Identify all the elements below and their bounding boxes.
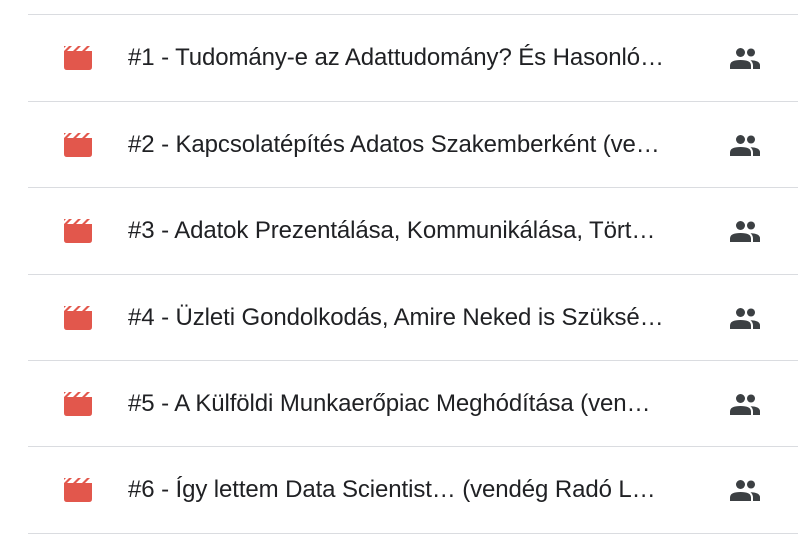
file-row[interactable]: #1 - Tudomány-e az Adattudomány? És Haso… bbox=[0, 15, 798, 101]
video-file-icon bbox=[62, 392, 94, 416]
people-icon bbox=[730, 47, 760, 69]
video-file-icon bbox=[62, 133, 94, 157]
file-name: #6 - Így lettem Data Scientist… (vendég … bbox=[128, 476, 656, 503]
video-file-icon bbox=[62, 306, 94, 330]
file-row[interactable]: #5 - A Külföldi Munkaerőpiac Meghódítása… bbox=[0, 361, 798, 447]
video-file-icon bbox=[62, 478, 94, 502]
row-divider bbox=[28, 533, 798, 534]
file-name: #4 - Üzleti Gondolkodás, Amire Neked is … bbox=[128, 304, 664, 331]
people-icon bbox=[730, 393, 760, 415]
file-row[interactable]: #6 - Így lettem Data Scientist… (vendég … bbox=[0, 447, 798, 533]
file-list: #1 - Tudomány-e az Adattudomány? És Haso… bbox=[0, 0, 798, 548]
file-row[interactable]: #3 - Adatok Prezentálása, Kommunikálása,… bbox=[0, 188, 798, 274]
people-icon bbox=[730, 220, 760, 242]
file-name: #5 - A Külföldi Munkaerőpiac Meghódítása… bbox=[128, 390, 651, 417]
people-icon bbox=[730, 479, 760, 501]
file-row[interactable]: #2 - Kapcsolatépítés Adatos Szakemberkén… bbox=[0, 102, 798, 188]
file-name: #2 - Kapcsolatépítés Adatos Szakemberkén… bbox=[128, 131, 660, 158]
people-icon bbox=[730, 134, 760, 156]
file-row[interactable]: #4 - Üzleti Gondolkodás, Amire Neked is … bbox=[0, 275, 798, 361]
people-icon bbox=[730, 307, 760, 329]
file-name: #3 - Adatok Prezentálása, Kommunikálása,… bbox=[128, 217, 656, 244]
video-file-icon bbox=[62, 46, 94, 70]
file-name: #1 - Tudomány-e az Adattudomány? És Haso… bbox=[128, 44, 664, 71]
video-file-icon bbox=[62, 219, 94, 243]
